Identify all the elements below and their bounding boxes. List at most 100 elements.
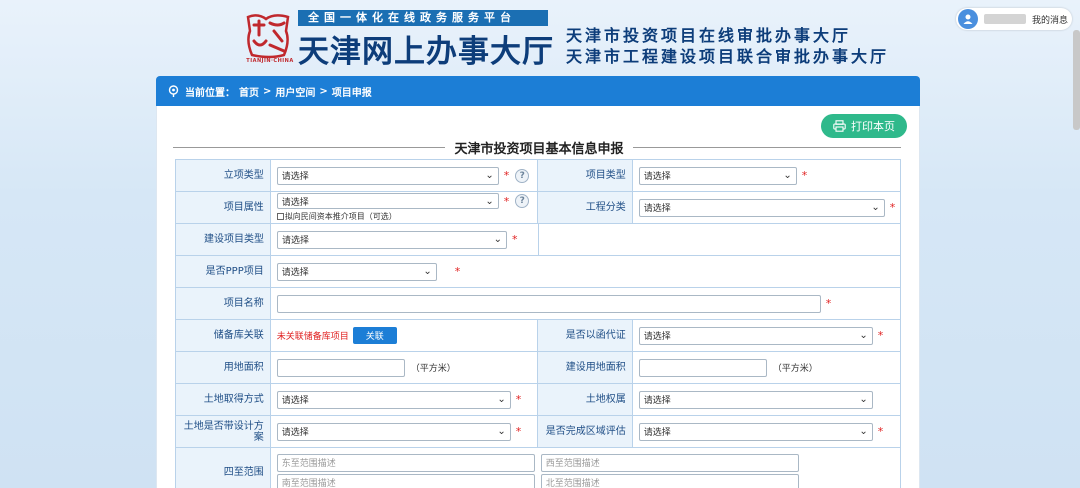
is-ppp-select[interactable]: 请选择 ⌄ — [276, 262, 437, 281]
printer-icon — [833, 120, 846, 132]
seal-caption: TIANJIN·CHINA — [246, 58, 294, 64]
required-mark: * — [515, 393, 522, 406]
east-boundary-input[interactable]: 东至范围描述 — [276, 453, 535, 472]
select-value: 请选择 — [643, 332, 671, 342]
select-value: 请选择 — [282, 236, 310, 246]
required-mark: * — [877, 329, 884, 342]
select-value: 请选择 — [281, 428, 309, 438]
help-question-icon[interactable]: ? — [515, 194, 530, 208]
west-boundary-input[interactable]: 西至范围描述 — [540, 453, 799, 472]
main-panel: 打印本页 天津市投资项目基本信息申报 立项类型 请选择 ⌄ * ? 项目类型 请选… — [156, 106, 920, 488]
form-row: 四至范围 东至范围描述 西至范围描述 南至范围描述 北至范围描述 — [176, 448, 900, 488]
letter-as-cert-select[interactable]: 请选择 ⌄ — [638, 326, 873, 345]
required-mark: * — [503, 169, 510, 182]
north-boundary-input[interactable]: 北至范围描述 — [540, 473, 799, 488]
platform-slogan: 全国一体化在线政务服务平台 — [298, 10, 548, 26]
land-acquisition-select[interactable]: 请选择 ⌄ — [276, 390, 511, 409]
page-scrollbar[interactable] — [1073, 30, 1080, 130]
form-row: 土地取得方式 请选择 ⌄ * 土地权属 请选择 ⌄ — [176, 384, 900, 416]
chevron-down-icon: ⌄ — [485, 170, 494, 181]
help-question-icon[interactable]: ? — [515, 168, 530, 183]
breadcrumb-user-space[interactable]: 用户空间 — [275, 84, 315, 99]
private-capital-option-label: 拟向民间资本推介项目（可选） — [284, 212, 397, 221]
breadcrumb-separator: > — [319, 85, 328, 97]
project-name-cell: * — [271, 288, 900, 319]
location-pin-icon — [168, 85, 179, 97]
select-value: 请选择 — [643, 428, 671, 438]
land-ownership-cell: 请选择 ⌄ — [633, 384, 900, 415]
required-mark: * — [512, 233, 518, 246]
engineering-category-label: 工程分类 — [538, 192, 633, 223]
required-mark: * — [801, 169, 808, 182]
form-row: 项目属性 请选择 ⌄ * ? 拟向民间资本推介项目（可选） 工程分类 请选择 ⌄… — [176, 192, 900, 224]
reserve-not-linked-text: 未关联储备库项目 — [276, 332, 349, 342]
breadcrumb-separator: > — [263, 85, 272, 97]
tianjin-seal-logo — [244, 10, 292, 62]
private-capital-checkbox[interactable] — [276, 213, 284, 220]
boundaries-label: 四至范围 — [176, 448, 271, 488]
site-title[interactable]: 天津网上办事大厅 — [298, 26, 554, 71]
user-name-redacted — [984, 14, 1026, 24]
project-setup-type-label: 立项类型 — [176, 160, 271, 191]
construction-project-type-cell: 请选择 ⌄ * — [271, 224, 539, 255]
south-boundary-input[interactable]: 南至范围描述 — [276, 473, 535, 488]
chevron-down-icon: ⌄ — [485, 195, 494, 207]
is-ppp-cell: 请选择 ⌄ * — [271, 256, 900, 287]
land-has-design-select[interactable]: 请选择 ⌄ — [276, 422, 511, 441]
project-name-input[interactable] — [276, 294, 821, 313]
form-row: 储备库关联 未关联储备库项目 关联 是否以函代证 请选择 ⌄ * — [176, 320, 900, 352]
user-avatar-icon[interactable] — [958, 9, 978, 29]
form-row: 项目名称 * — [176, 288, 900, 320]
regional-assessment-select[interactable]: 请选择 ⌄ — [638, 422, 873, 441]
empty-cell — [539, 224, 900, 255]
regional-assessment-label: 是否完成区域评估 — [538, 416, 633, 447]
form-row: 是否PPP项目 请选择 ⌄ * — [176, 256, 900, 288]
my-messages-link[interactable]: 我的消息 — [1032, 13, 1068, 26]
construction-project-type-label: 建设项目类型 — [176, 224, 271, 255]
project-setup-type-select[interactable]: 请选择 ⌄ — [276, 166, 499, 185]
project-type-cell: 请选择 ⌄ * — [633, 160, 900, 191]
land-area-input[interactable] — [276, 358, 405, 377]
form-row: 土地是否带设计方案 请选择 ⌄ * 是否完成区域评估 请选择 ⌄ * — [176, 416, 900, 448]
land-ownership-select[interactable]: 请选择 ⌄ — [638, 390, 873, 409]
required-mark: * — [454, 265, 461, 278]
site-header: TIANJIN·CHINA 全国一体化在线政务服务平台 天津网上办事大厅 天津市… — [0, 0, 1080, 72]
project-attribute-label: 项目属性 — [176, 192, 271, 223]
regional-assessment-cell: 请选择 ⌄ * — [633, 416, 900, 447]
reserve-link-cell: 未关联储备库项目 关联 — [271, 320, 538, 351]
project-type-label: 项目类型 — [538, 160, 633, 191]
project-name-label: 项目名称 — [176, 288, 271, 319]
chevron-down-icon: ⌄ — [423, 266, 432, 277]
project-info-form: 立项类型 请选择 ⌄ * ? 项目类型 请选择 ⌄ * 项目属性 请选择 ⌄ *… — [175, 159, 901, 488]
chevron-down-icon: ⌄ — [493, 234, 502, 245]
construction-hall-title: 天津市工程建设项目联合审批办事大厅 — [566, 47, 890, 66]
sqm-unit: （平方米） — [772, 364, 818, 374]
select-value: 请选择 — [281, 172, 309, 182]
print-page-button[interactable]: 打印本页 — [821, 114, 907, 138]
engineering-category-select[interactable]: 请选择 ⌄ — [638, 198, 885, 217]
private-capital-option[interactable]: 拟向民间资本推介项目（可选） — [276, 211, 530, 222]
project-attribute-select[interactable]: 请选择 ⌄ — [276, 193, 499, 209]
land-has-design-label: 土地是否带设计方案 — [176, 416, 271, 447]
boundaries-inputs: 东至范围描述 西至范围描述 南至范围描述 北至范围描述 — [276, 452, 799, 488]
print-button-label: 打印本页 — [851, 120, 895, 133]
project-type-select[interactable]: 请选择 ⌄ — [638, 166, 797, 185]
chevron-down-icon: ⌄ — [783, 170, 792, 181]
link-reserve-button[interactable]: 关联 — [352, 327, 397, 344]
breadcrumb-home[interactable]: 首页 — [239, 84, 259, 99]
engineering-category-cell: 请选择 ⌄ * — [633, 192, 900, 223]
chevron-down-icon: ⌄ — [859, 394, 868, 405]
user-menu[interactable]: 我的消息 — [956, 8, 1072, 30]
select-value: 请选择 — [643, 204, 671, 214]
letter-as-cert-cell: 请选择 ⌄ * — [633, 320, 900, 351]
required-mark: * — [825, 297, 832, 310]
construction-project-type-select[interactable]: 请选择 ⌄ — [277, 230, 507, 249]
breadcrumb: 当前位置： 首页 > 用户空间 > 项目申报 — [156, 76, 920, 106]
chevron-down-icon: ⌄ — [859, 426, 868, 437]
select-value: 请选择 — [643, 396, 671, 406]
select-value: 请选择 — [281, 197, 309, 208]
reserve-link-label: 储备库关联 — [176, 320, 271, 351]
land-acquisition-cell: 请选择 ⌄ * — [271, 384, 538, 415]
construction-land-area-input[interactable] — [638, 358, 767, 377]
land-ownership-label: 土地权属 — [538, 384, 633, 415]
